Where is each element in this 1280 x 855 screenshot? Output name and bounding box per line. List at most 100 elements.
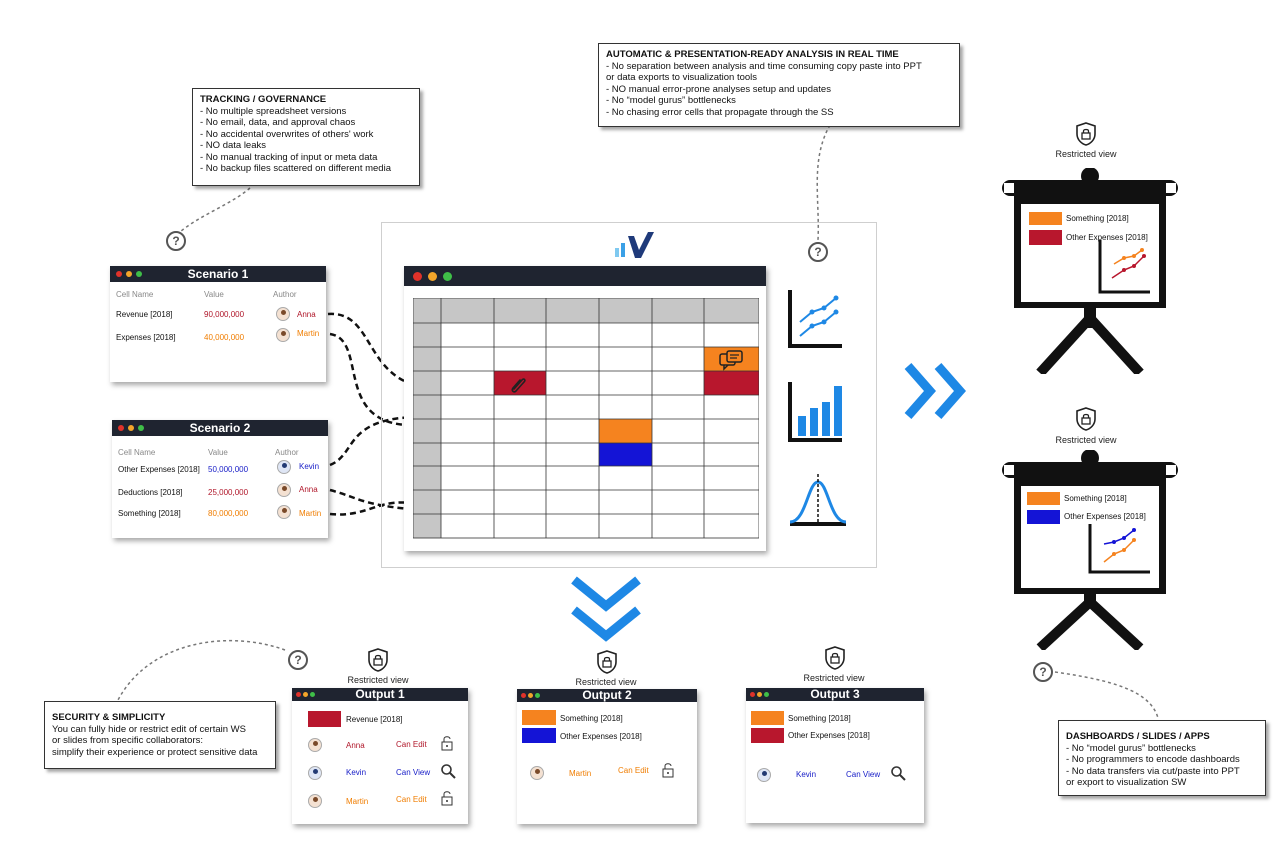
- magnifier-icon[interactable]: [890, 765, 906, 781]
- column-header-row: [413, 298, 759, 323]
- window-title: Output 1: [355, 687, 405, 701]
- window-title: Scenario 2: [189, 421, 251, 435]
- close-dot[interactable]: [296, 692, 301, 697]
- legend-swatch-blue: [522, 728, 556, 743]
- note-line: - No multiple spreadsheet versions: [200, 105, 347, 117]
- shield-lock-icon: [825, 646, 845, 670]
- comment-icon[interactable]: [717, 349, 747, 373]
- legend-label: Something [2018]: [1066, 214, 1129, 223]
- restricted-view-label: Restricted view: [347, 675, 409, 685]
- minimize-dot[interactable]: [528, 693, 533, 698]
- dashboards-slides-note: DASHBOARDS / SLIDES / APPS - No “model g…: [1058, 720, 1266, 796]
- cell-value: 80,000,000: [208, 509, 249, 518]
- window-titlebar: Scenario 2: [112, 420, 328, 436]
- window-title: Scenario 1: [187, 267, 249, 281]
- note-line: or data exports to visualization tools: [606, 72, 758, 83]
- note-line: or slides from specific collaborators:: [52, 735, 203, 746]
- permission-label[interactable]: Can Edit: [396, 795, 427, 804]
- bell-curve-icon: [789, 474, 847, 526]
- note-line: - No “model gurus” bottlenecks: [1066, 742, 1196, 754]
- app-logo: [615, 232, 654, 258]
- window-title: Output 3: [810, 687, 860, 701]
- window-titlebar: Output 2: [517, 689, 697, 702]
- author-name: Kevin: [299, 462, 320, 471]
- help-icon[interactable]: ?: [288, 650, 308, 670]
- lock-icon[interactable]: [661, 762, 675, 778]
- minimize-dot[interactable]: [303, 692, 308, 697]
- cell-value: 90,000,000: [204, 310, 245, 319]
- cell-value: 50,000,000: [208, 465, 249, 474]
- maximize-dot[interactable]: [764, 692, 769, 697]
- permission-label[interactable]: Can Edit: [396, 740, 427, 749]
- close-dot[interactable]: [413, 272, 422, 281]
- minimize-dot[interactable]: [126, 271, 132, 277]
- maximize-dot[interactable]: [443, 272, 452, 281]
- maximize-dot[interactable]: [310, 692, 315, 697]
- close-dot[interactable]: [116, 271, 122, 277]
- note-line: - No data transfers via cut/paste into P…: [1066, 765, 1240, 777]
- help-icon[interactable]: ?: [1033, 662, 1053, 682]
- avatar: [276, 307, 290, 321]
- note-line: - NO manual error-prone analyses setup a…: [606, 83, 831, 95]
- close-dot[interactable]: [750, 692, 755, 697]
- permission-label[interactable]: Can View: [846, 770, 880, 779]
- security-simplicity-note: SECURITY & SIMPLICITY You can fully hide…: [44, 701, 276, 769]
- legend-swatch-orange: [522, 710, 556, 725]
- legend-label: Revenue [2018]: [346, 715, 403, 724]
- minimize-dot[interactable]: [128, 425, 134, 431]
- paperclip-icon[interactable]: [508, 374, 528, 394]
- legend-swatch-blue: [1027, 510, 1060, 524]
- note-line: simplify their experience or protect sen…: [52, 746, 258, 758]
- column-header: Value: [208, 448, 228, 457]
- window-title: Output 2: [582, 688, 632, 702]
- row-header-column: [413, 298, 441, 538]
- legend-label: Other Expenses [2018]: [1064, 512, 1146, 521]
- shield-lock-icon: [1076, 122, 1096, 146]
- cell-name: Something [2018]: [118, 509, 181, 518]
- author-name: Martin: [299, 509, 322, 518]
- line-chart-icon: [788, 290, 842, 348]
- spreadsheet-grid[interactable]: [413, 298, 759, 540]
- cell-value: 40,000,000: [204, 333, 245, 342]
- avatar: [757, 768, 771, 782]
- cell-name: Deductions [2018]: [118, 488, 183, 497]
- output-2-window: Output 2 Something [2018] Other Expenses…: [517, 689, 697, 824]
- column-header: Cell Name: [118, 448, 156, 457]
- close-dot[interactable]: [118, 425, 124, 431]
- lock-icon[interactable]: [440, 790, 454, 806]
- note-line: - No chasing error cells that propagate …: [606, 106, 834, 118]
- restricted-view-label: Restricted view: [1055, 149, 1117, 159]
- blue-cell: [599, 443, 652, 466]
- user-name: Kevin: [796, 770, 817, 779]
- minimize-dot[interactable]: [428, 272, 437, 281]
- help-icon[interactable]: ?: [166, 231, 186, 251]
- automatic-analysis-note: AUTOMATIC & PRESENTATION-READY ANALYSIS …: [598, 43, 960, 127]
- legend-swatch-orange: [1029, 212, 1062, 225]
- legend-label: Something [2018]: [788, 714, 851, 723]
- lock-icon[interactable]: [440, 735, 454, 751]
- note-line: or export to visualization SW: [1066, 777, 1187, 788]
- tracking-connector: [179, 187, 251, 233]
- magnifier-icon[interactable]: [440, 763, 456, 779]
- maximize-dot[interactable]: [138, 425, 144, 431]
- close-dot[interactable]: [521, 693, 526, 698]
- user-name: Martin: [569, 769, 592, 778]
- permission-label[interactable]: Can View: [396, 768, 430, 777]
- note-line: - No manual tracking of input or meta da…: [200, 151, 378, 163]
- cell-name: Other Expenses [2018]: [118, 465, 200, 474]
- maximize-dot[interactable]: [136, 271, 142, 277]
- note-title: AUTOMATIC & PRESENTATION-READY ANALYSIS …: [606, 49, 899, 60]
- user-name: Martin: [346, 797, 369, 806]
- permission-label[interactable]: Can Edit: [618, 766, 649, 775]
- chevron-right-icon: [904, 363, 966, 419]
- output-1-window: Output 1 Revenue [2018] Anna Can Edit Ke…: [292, 688, 468, 824]
- minimize-dot[interactable]: [757, 692, 762, 697]
- chevron-down-icon: [571, 576, 641, 642]
- note-line: You can fully hide or restrict edit of c…: [52, 723, 246, 735]
- avatar: [276, 328, 290, 342]
- note-line: - No programmers to encode dashboards: [1066, 754, 1240, 765]
- note-line: - No “model gurus” bottlenecks: [606, 95, 736, 106]
- note-line: - No separation between analysis and tim…: [606, 60, 922, 72]
- maximize-dot[interactable]: [535, 693, 540, 698]
- scenario-1-window: Scenario 1 Cell Name Value Author Revenu…: [110, 266, 326, 382]
